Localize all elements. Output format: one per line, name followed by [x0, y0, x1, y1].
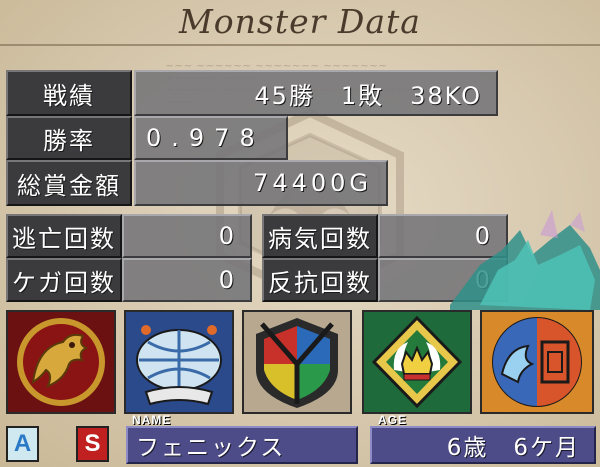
dragon-crest-icon — [17, 318, 105, 406]
s-button[interactable]: S — [76, 426, 109, 462]
globe-banner-icon — [136, 325, 222, 406]
title-divider — [0, 44, 600, 46]
split-dragon-icon — [492, 317, 582, 407]
win-rate-value: 0.978 — [134, 116, 288, 160]
age-tag: AGE — [378, 413, 408, 427]
rebel-count-label: 反抗回数 — [262, 258, 378, 302]
sick-count-label: 病気回数 — [262, 214, 378, 258]
record-label: 戦績 — [6, 70, 132, 116]
monster-age: 6歳 6ケ月 — [446, 435, 580, 461]
emblem-tile-1 — [6, 310, 116, 414]
injury-count-label: ケガ回数 — [6, 258, 122, 302]
crown-laurel-icon — [371, 315, 463, 409]
record-value: 45勝 1敗 38KO — [134, 70, 498, 116]
monster-name: フェニックス — [136, 435, 286, 461]
s-button-label: S — [84, 430, 101, 457]
a-button[interactable]: A — [6, 426, 39, 462]
screen-title: Monster Data — [179, 2, 421, 41]
escape-count-label: 逃亡回数 — [6, 214, 122, 258]
emblem-tile-4 — [362, 310, 472, 414]
prize-value: 74400G — [134, 160, 388, 206]
emblem-tile-5 — [480, 310, 594, 414]
emblem-tile-2 — [124, 310, 234, 414]
prize-label: 総賞金額 — [6, 160, 132, 206]
four-color-shield-icon — [256, 318, 338, 408]
monster-sprite — [450, 210, 600, 310]
name-field: フェニックス — [126, 426, 358, 464]
a-button-label: A — [13, 430, 32, 457]
injury-count-value: 0 — [122, 258, 252, 302]
age-field: 6歳 6ケ月 — [370, 426, 596, 464]
win-rate-label: 勝率 — [6, 116, 132, 160]
escape-count-value: 0 — [122, 214, 252, 258]
emblem-tile-3 — [242, 310, 352, 414]
name-tag: NAME — [132, 413, 172, 427]
